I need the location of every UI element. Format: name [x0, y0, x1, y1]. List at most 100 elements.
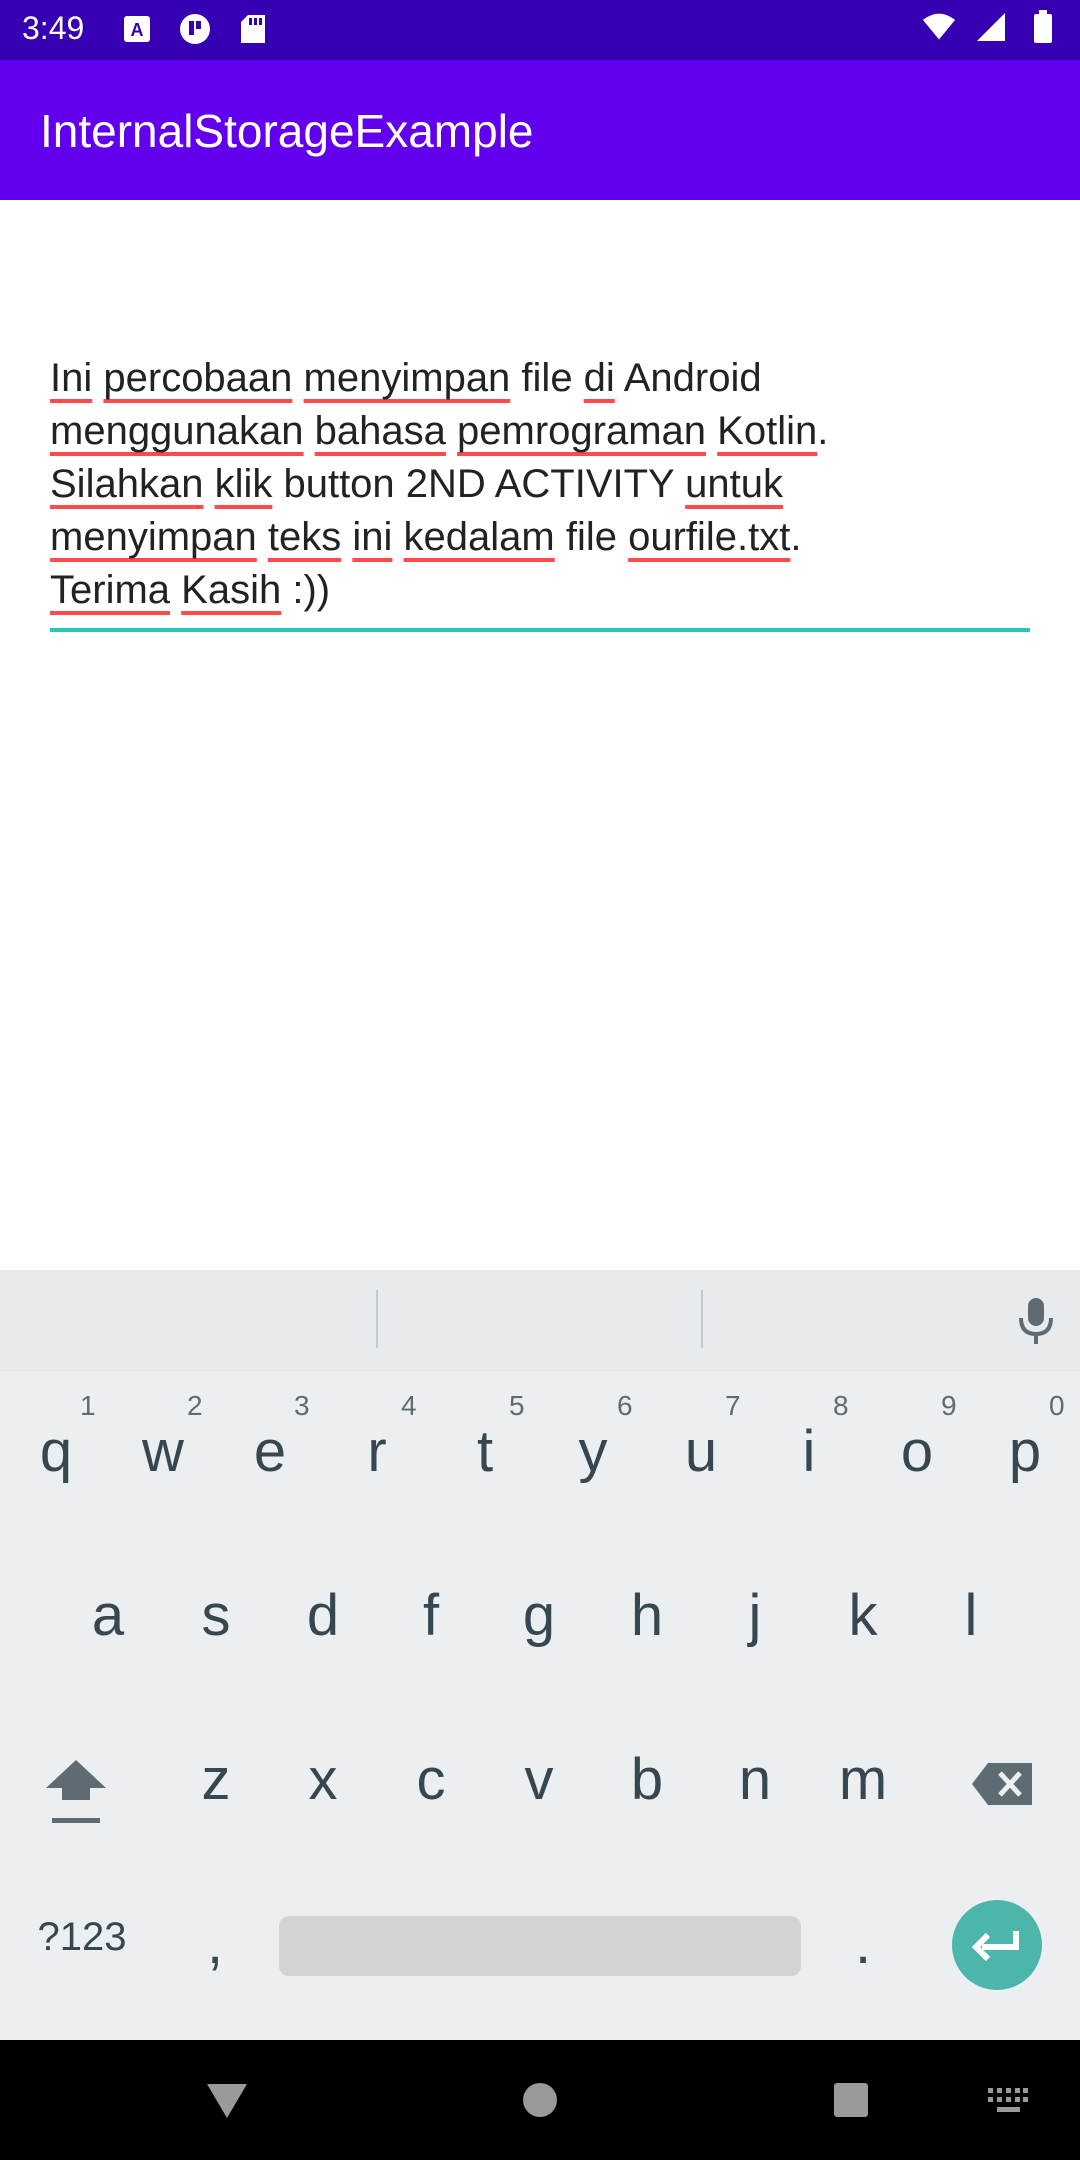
key-w[interactable]: w	[133, 1418, 193, 1485]
key-t[interactable]: t	[455, 1418, 515, 1485]
key-m[interactable]: m	[833, 1746, 893, 1813]
recents-icon[interactable]	[833, 2082, 869, 2123]
navigation-bar	[0, 2040, 1080, 2160]
misspelled-word: ourfile.txt	[628, 515, 791, 559]
status-time: 3:49	[22, 10, 85, 46]
key-h[interactable]: h	[617, 1582, 677, 1649]
text-segment	[257, 515, 268, 559]
status-icons-left: A	[120, 12, 270, 46]
misspelled-word: Kasih	[181, 568, 282, 612]
text-line: menggunakan bahasa pemrograman Kotlin.	[50, 405, 1030, 458]
misspelled-word: Silahkan	[50, 462, 204, 506]
misspelled-word: kedalam	[403, 515, 555, 559]
key-hint: 0	[1049, 1390, 1065, 1421]
key-q[interactable]: q	[26, 1418, 86, 1485]
misspelled-word: Ini	[50, 356, 93, 400]
status-bar: 3:49 A	[0, 0, 1080, 60]
text-segment	[170, 568, 181, 612]
sd-card-icon	[236, 12, 270, 46]
key-y[interactable]: y	[563, 1418, 623, 1485]
key-u[interactable]: u	[671, 1418, 731, 1485]
signal-icon	[974, 10, 1008, 44]
keyboard-switch-icon[interactable]	[988, 2088, 1028, 2119]
text-segment: file	[554, 515, 629, 559]
misspelled-word: ini	[352, 515, 393, 559]
key-hint: 6	[617, 1390, 633, 1421]
misspelled-word: pemrograman	[457, 409, 707, 453]
key-n[interactable]: n	[725, 1746, 785, 1813]
key-a[interactable]: a	[78, 1582, 138, 1649]
text-segment	[341, 515, 352, 559]
key-r[interactable]: r	[347, 1418, 407, 1485]
key-l[interactable]: l	[941, 1582, 1001, 1649]
misspelled-word: Terima	[50, 568, 171, 612]
key-hint: 4	[401, 1390, 417, 1421]
text-segment: :))	[281, 568, 331, 612]
comma-key[interactable]: ,	[195, 1910, 235, 1977]
text-segment: button 2ND ACTIVITY	[272, 462, 686, 506]
key-x[interactable]: x	[293, 1746, 353, 1813]
key-e[interactable]: e	[240, 1418, 300, 1485]
misspelled-word: Kotlin	[717, 409, 818, 453]
key-z[interactable]: z	[186, 1746, 246, 1813]
key-hint: 9	[941, 1390, 957, 1421]
text-segment	[446, 409, 457, 453]
mic-icon[interactable]	[1016, 1296, 1056, 1348]
app-bar: InternalStorageExample	[0, 60, 1080, 200]
app-title: InternalStorageExample	[40, 105, 534, 157]
key-v[interactable]: v	[509, 1746, 569, 1813]
key-hint: 7	[725, 1390, 741, 1421]
key-c[interactable]: c	[401, 1746, 461, 1813]
circle-app-icon	[178, 12, 212, 46]
suggestion-strip	[0, 1270, 1080, 1371]
key-hint: 5	[509, 1390, 525, 1421]
text-line: menyimpan teks ini kedalam file ourfile.…	[50, 511, 1030, 564]
shift-key[interactable]	[44, 1752, 108, 1832]
text-input-underline	[50, 628, 1030, 632]
content-area: Ini percobaan menyimpan file di Android m…	[0, 200, 1080, 1270]
key-i[interactable]: i	[779, 1418, 839, 1485]
period-key[interactable]: .	[843, 1910, 883, 1977]
wifi-icon	[922, 10, 956, 44]
misspelled-word: percobaan	[103, 356, 293, 400]
shift-icon	[46, 1760, 106, 1823]
space-bar[interactable]	[279, 1916, 801, 1976]
text-segment: Android	[614, 356, 762, 400]
key-j[interactable]: j	[725, 1582, 785, 1649]
key-g[interactable]: g	[509, 1582, 569, 1649]
key-k[interactable]: k	[833, 1582, 893, 1649]
battery-icon	[1026, 10, 1060, 44]
key-hint: 2	[187, 1390, 203, 1421]
text-line: Silahkan klik button 2ND ACTIVITY untuk	[50, 458, 1030, 511]
text-line: Terima Kasih :))	[50, 564, 1030, 617]
soft-keyboard: q1 w2 e3 r4 t5 y6 u7 i8 o9 p0 asdfghjkl zxcvbnm ?…	[0, 1270, 1080, 2040]
back-icon[interactable]	[205, 2082, 249, 2125]
misspelled-word: menyimpan	[50, 515, 257, 559]
text-segment	[292, 356, 303, 400]
status-icons-right	[922, 10, 1060, 44]
suggestion-divider	[701, 1290, 703, 1348]
text-segment: .	[790, 515, 802, 559]
enter-key[interactable]	[952, 1900, 1042, 1990]
home-icon[interactable]	[522, 2082, 558, 2123]
misspelled-word: bahasa	[314, 409, 446, 453]
key-p[interactable]: p	[995, 1418, 1055, 1485]
misspelled-word: menyimpan	[303, 356, 511, 400]
text-segment	[203, 462, 214, 506]
misspelled-word: klik	[214, 462, 273, 506]
symbols-key[interactable]: ?123	[32, 1915, 132, 1960]
key-d[interactable]: d	[293, 1582, 353, 1649]
key-b[interactable]: b	[617, 1746, 677, 1813]
svg-text:A: A	[131, 20, 144, 40]
key-hint: 1	[80, 1390, 96, 1421]
misspelled-word: untuk	[685, 462, 783, 506]
backspace-key[interactable]	[970, 1756, 1036, 1806]
key-f[interactable]: f	[401, 1582, 461, 1649]
text-segment	[304, 409, 315, 453]
suggestion-divider	[376, 1290, 378, 1348]
key-o[interactable]: o	[887, 1418, 947, 1485]
misspelled-word: teks	[267, 515, 342, 559]
key-s[interactable]: s	[186, 1582, 246, 1649]
misspelled-word: di	[583, 356, 615, 400]
text-input[interactable]: Ini percobaan menyimpan file di Android m…	[50, 352, 1030, 617]
